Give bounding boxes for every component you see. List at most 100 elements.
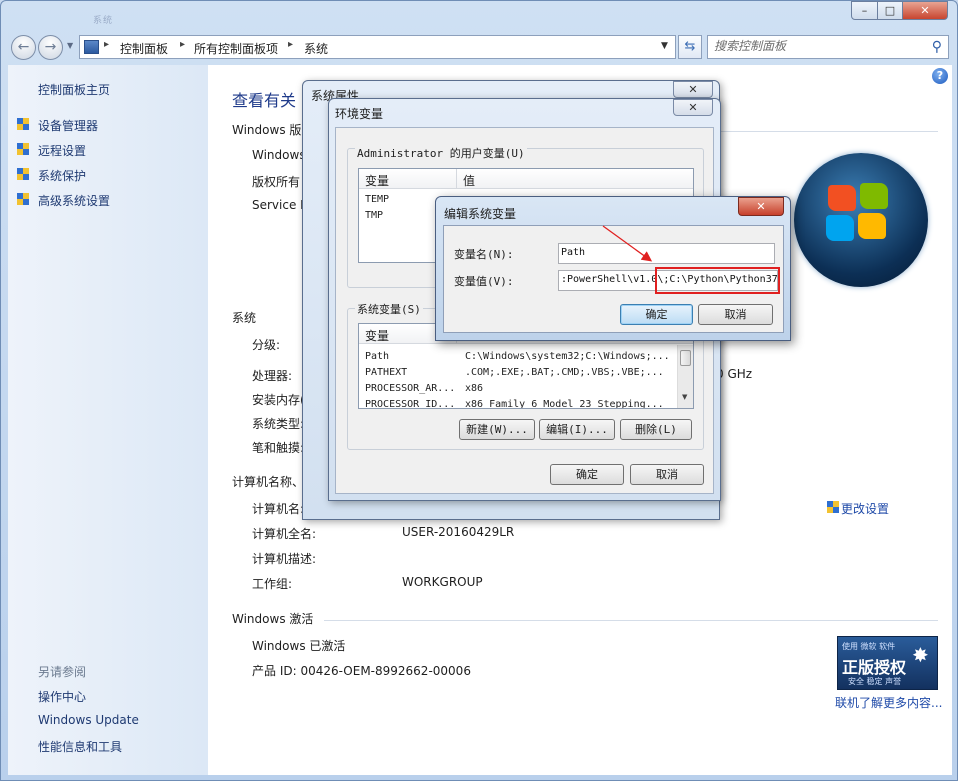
list-item-name[interactable]: PROCESSOR_AR...: [365, 383, 455, 394]
learn-more-link[interactable]: 联机了解更多内容...: [835, 694, 942, 711]
scrollbar-thumb[interactable]: [680, 350, 691, 366]
search-icon[interactable]: ⚲: [932, 39, 942, 55]
list-item-value[interactable]: .COM;.EXE;.BAT;.CMD;.VBS;.VBE;...: [465, 367, 664, 378]
copyright: 版权所有: [252, 175, 301, 189]
page-title: 查看有关: [232, 91, 297, 110]
breadcrumb-all-items[interactable]: 所有控制面板项: [194, 40, 278, 57]
column-separator: [456, 169, 457, 189]
column-header-value[interactable]: 值: [463, 172, 475, 189]
sidebar-item-advanced-settings[interactable]: 高级系统设置: [38, 192, 110, 209]
section-computer-name: 计算机名称、: [232, 475, 305, 489]
change-settings-link[interactable]: 更改设置: [841, 500, 889, 517]
env-cancel-button[interactable]: 取消: [630, 464, 704, 485]
list-header: 变量 值: [359, 169, 693, 189]
variable-name-field[interactable]: Path: [558, 243, 775, 264]
divider: [324, 620, 938, 621]
system-variables-label: 系统变量(S): [355, 301, 423, 317]
column-header-variable[interactable]: 变量: [365, 172, 389, 189]
breadcrumb-separator-icon[interactable]: ▸: [288, 39, 293, 50]
list-item-name[interactable]: PROCESSOR_ID...: [365, 399, 455, 408]
breadcrumb-separator-icon[interactable]: ▸: [180, 39, 185, 50]
forward-button[interactable]: →: [38, 35, 63, 60]
column-header-variable[interactable]: 变量: [365, 327, 389, 344]
shield-icon: [16, 192, 30, 207]
shield-icon: [16, 117, 30, 132]
logo-quadrant: [828, 185, 856, 211]
full-name-label: 计算机全名:: [252, 527, 317, 541]
list-item-name[interactable]: Path: [365, 351, 389, 362]
system-properties-close-button[interactable]: ✕: [673, 81, 713, 98]
help-icon[interactable]: ?: [932, 68, 948, 84]
breadcrumb-separator-icon[interactable]: ▸: [104, 39, 109, 50]
sidebar-item-device-manager[interactable]: 设备管理器: [38, 117, 98, 134]
address-dropdown-icon[interactable]: ▼: [661, 41, 668, 51]
back-button[interactable]: ←: [11, 35, 36, 60]
list-item[interactable]: TMP: [365, 210, 383, 221]
refresh-icon: ⇆: [684, 39, 696, 54]
section-edition: Windows 版: [232, 123, 302, 137]
scroll-down-icon[interactable]: ▼: [682, 393, 687, 401]
breadcrumb-control-panel[interactable]: 控制面板: [120, 40, 168, 57]
pen-touch-label: 笔和触摸:: [252, 441, 305, 455]
new-variable-button[interactable]: 新建(W)...: [459, 419, 535, 440]
environment-variables-close-button[interactable]: ✕: [673, 99, 713, 116]
list-item-name[interactable]: PATHEXT: [365, 367, 407, 378]
sidebar-item-performance[interactable]: 性能信息和工具: [38, 738, 122, 755]
system-type-label: 系统类型:: [252, 417, 305, 431]
list-scrollbar[interactable]: ▼: [677, 345, 693, 408]
list-item-value[interactable]: C:\Windows\system32;C:\Windows;...: [465, 351, 670, 362]
recent-pages-dropdown-icon[interactable]: ▼: [67, 41, 73, 50]
see-also-heading: 另请参阅: [38, 665, 87, 679]
logo-quadrant: [860, 183, 888, 209]
close-button[interactable]: ✕: [902, 1, 948, 20]
edit-ok-button[interactable]: 确定: [620, 304, 693, 325]
list-item[interactable]: TEMP: [365, 194, 389, 205]
environment-variables-title: 环境变量: [335, 107, 384, 121]
section-system: 系统: [232, 311, 257, 325]
list-item-value[interactable]: x86 Family 6 Model 23 Stepping...: [465, 399, 664, 408]
sidebar-item-remote-settings[interactable]: 远程设置: [38, 142, 86, 159]
sidebar-item-windows-update[interactable]: Windows Update: [38, 713, 139, 727]
title-bar: 系统 – □ ✕: [1, 1, 957, 29]
minimize-button[interactable]: –: [851, 1, 878, 20]
shield-icon: [826, 500, 840, 515]
shield-icon: [16, 142, 30, 157]
genuine-sub-text: 安全 稳定 声誉: [848, 677, 902, 686]
service-pack: Service P: [252, 198, 308, 212]
address-bar[interactable]: ▸ 控制面板 ▸ 所有控制面板项 ▸ 系统 ▼: [79, 35, 676, 59]
delete-variable-button[interactable]: 删除(L): [620, 419, 692, 440]
search-box[interactable]: ⚲: [707, 35, 949, 59]
rating-label: 分级:: [252, 338, 281, 352]
logo-quadrant: [826, 215, 854, 241]
sidebar: 控制面板主页 设备管理器 远程设置 系统保护 高级系统设置 另请参阅 操作中心 …: [8, 65, 208, 775]
full-name-value: USER-20160429LR: [402, 525, 515, 539]
genuine-badge[interactable]: 使用 微软 软件 正版授权 安全 稳定 声誉 ✸: [837, 636, 938, 690]
window-title: 系统: [93, 16, 114, 26]
processor-label: 处理器:: [252, 369, 293, 383]
variable-name-label: 变量名(N):: [454, 248, 514, 261]
forward-arrow-icon: →: [44, 39, 57, 55]
activation-status: Windows 已激活: [252, 639, 346, 653]
shield-icon: [16, 167, 30, 182]
workgroup-label: 工作组:: [252, 577, 293, 591]
breadcrumb-system[interactable]: 系统: [304, 40, 328, 57]
edit-variable-button[interactable]: 编辑(I)...: [539, 419, 615, 440]
edit-system-variable-title: 编辑系统变量: [444, 207, 517, 221]
highlight-box: [655, 267, 780, 294]
logo-quadrant: [858, 213, 886, 239]
sidebar-item-control-panel-home[interactable]: 控制面板主页: [38, 81, 110, 98]
search-input[interactable]: [714, 39, 914, 53]
section-activation: Windows 激活: [232, 612, 314, 626]
edit-cancel-button[interactable]: 取消: [698, 304, 773, 325]
control-panel-icon: [84, 40, 99, 54]
env-ok-button[interactable]: 确定: [550, 464, 624, 485]
sidebar-item-action-center[interactable]: 操作中心: [38, 688, 86, 705]
refresh-button[interactable]: ⇆: [678, 35, 702, 59]
processor-value: 0 GHz: [716, 367, 753, 381]
memory-label: 安装内存(: [252, 393, 305, 407]
edit-dialog-close-button[interactable]: ✕: [738, 197, 784, 216]
maximize-button[interactable]: □: [877, 1, 903, 20]
list-item-value[interactable]: x86: [465, 383, 483, 394]
sidebar-item-system-protection[interactable]: 系统保护: [38, 167, 86, 184]
back-arrow-icon: ←: [17, 39, 30, 55]
